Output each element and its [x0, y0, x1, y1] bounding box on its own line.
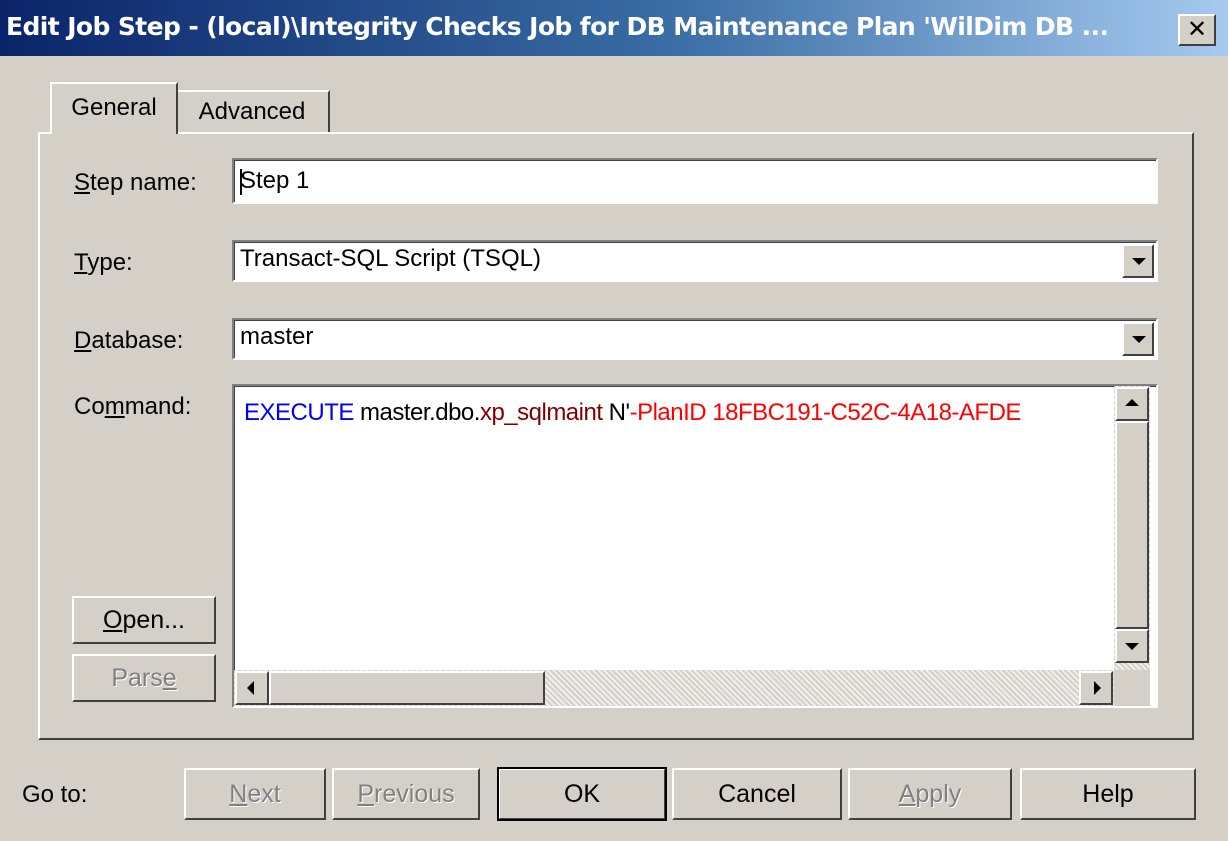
tab-general[interactable]: General [50, 82, 178, 134]
general-tab-panel [38, 132, 1194, 740]
title-bar[interactable]: Edit Job Step - (local)\Integrity Checks… [0, 0, 1228, 56]
next-button[interactable]: Next [184, 768, 326, 820]
tab-advanced-label: Advanced [198, 98, 306, 125]
tab-general-label: General [71, 94, 157, 121]
apply-button[interactable]: Apply [848, 768, 1012, 820]
previous-button[interactable]: Previous [332, 768, 480, 820]
window-title: Edit Job Step - (local)\Integrity Checks… [6, 12, 1109, 41]
close-button[interactable]: ✕ [1178, 14, 1216, 46]
ok-button[interactable]: OK [497, 767, 667, 821]
goto-label: Go to: [22, 781, 88, 808]
close-icon: ✕ [1186, 15, 1208, 43]
tab-advanced[interactable]: Advanced [176, 90, 330, 134]
cancel-button[interactable]: Cancel [672, 768, 842, 820]
help-button[interactable]: Help [1020, 768, 1196, 820]
